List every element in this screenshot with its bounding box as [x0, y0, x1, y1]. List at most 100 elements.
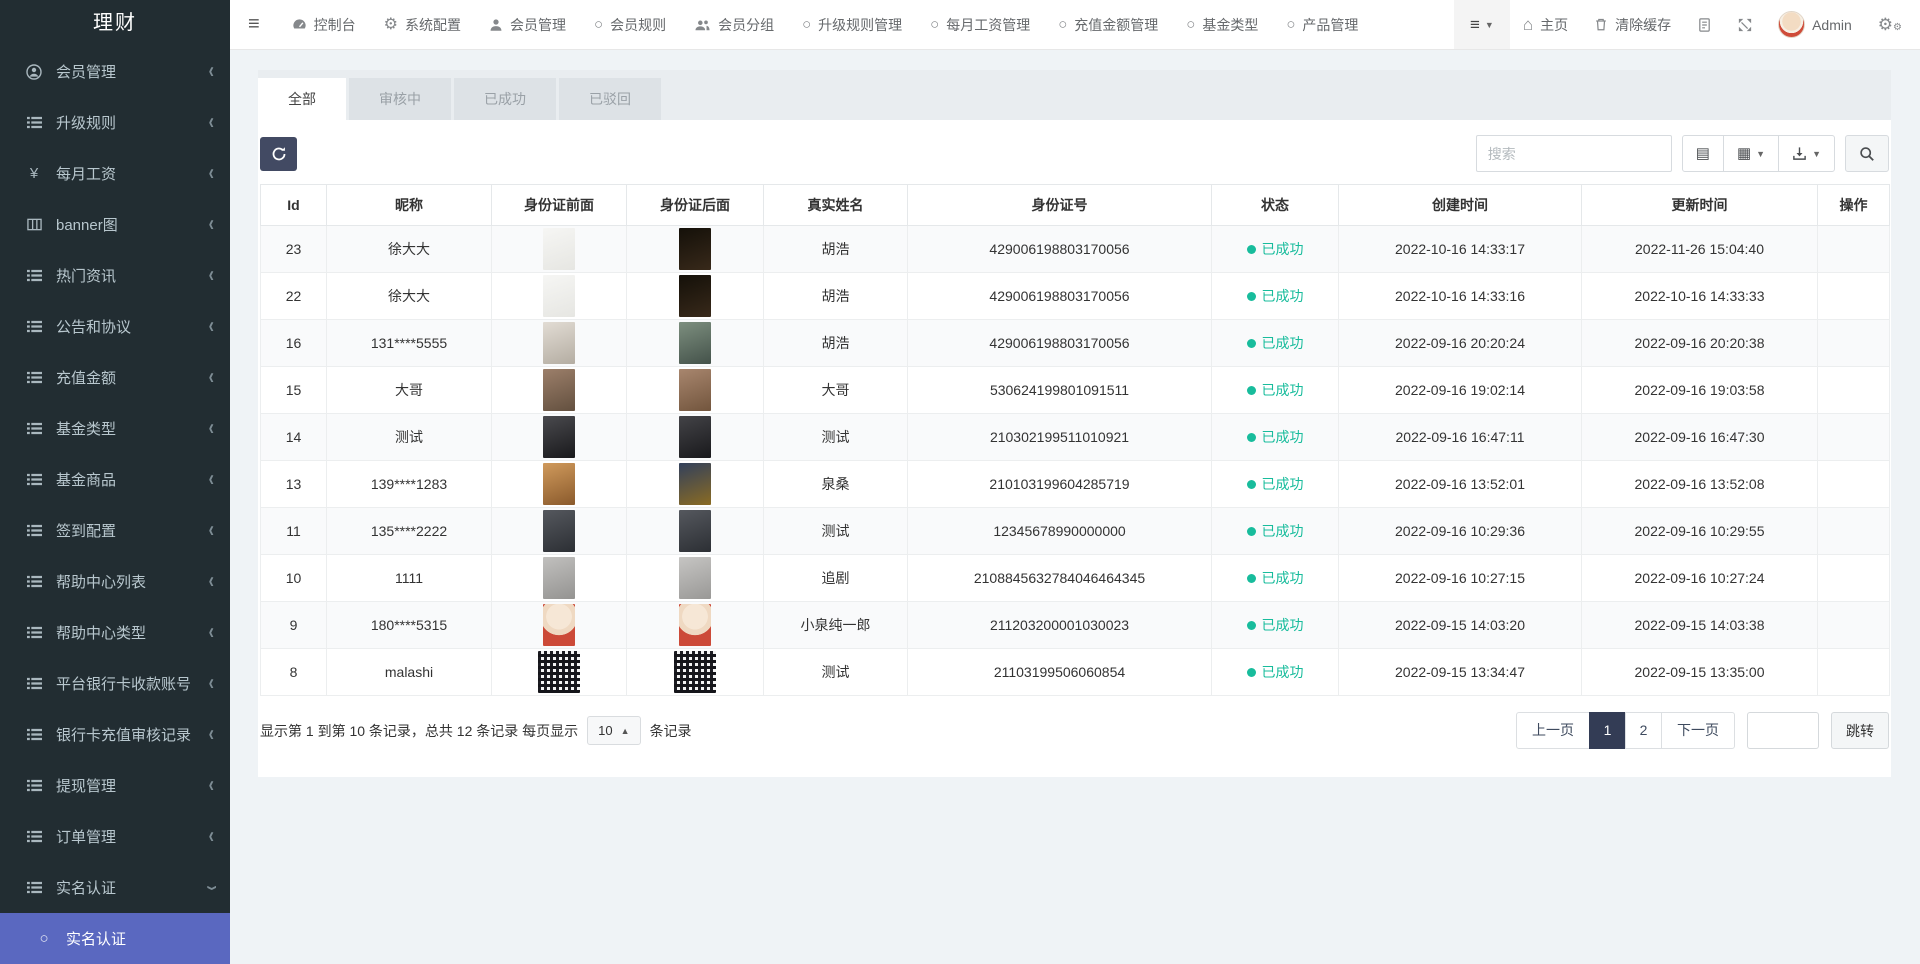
sidebar-item[interactable]: 基金类型‹: [0, 403, 230, 454]
tab-active[interactable]: 全部: [258, 78, 346, 120]
search-input[interactable]: [1476, 135, 1672, 172]
previous-page-button[interactable]: 上一页: [1516, 712, 1590, 749]
home-button[interactable]: ⌂ 主页: [1510, 0, 1581, 49]
column-header[interactable]: 操作: [1818, 185, 1890, 226]
idcard-back-image[interactable]: [679, 604, 711, 646]
sidebar-item[interactable]: 银行卡充值审核记录‹: [0, 709, 230, 760]
nav-item[interactable]: 会员管理: [475, 0, 580, 49]
idcard-front-image[interactable]: [543, 463, 575, 505]
nav-item[interactable]: 控制台: [278, 0, 370, 49]
idcard-front-image[interactable]: [543, 322, 575, 364]
column-header[interactable]: 创建时间: [1339, 185, 1582, 226]
sidebar-toggle-button[interactable]: ≡: [230, 0, 278, 49]
nav-item[interactable]: ⚙系统配置: [370, 0, 475, 49]
cell-real-name: 追剧: [764, 555, 908, 602]
pagination: 上一页 12下一页: [1516, 712, 1735, 749]
sidebar-item[interactable]: 订单管理‹: [0, 811, 230, 862]
chevron-left-icon: ‹: [209, 468, 214, 490]
cell-nickname: 测试: [327, 414, 492, 461]
idcard-back-image[interactable]: [679, 557, 711, 599]
page-number-button[interactable]: 1: [1589, 712, 1626, 749]
cell-nickname: 180****5315: [327, 602, 492, 649]
card-view-button[interactable]: ▦▼: [1723, 135, 1779, 172]
idcard-back-image[interactable]: [679, 463, 711, 505]
export-button[interactable]: ▼: [1778, 135, 1835, 172]
sidebar-item[interactable]: 提现管理‹: [0, 760, 230, 811]
cell-status: 已成功: [1212, 555, 1339, 602]
cell-nickname: 139****1283: [327, 461, 492, 508]
nav-item[interactable]: ○产品管理: [1272, 0, 1372, 49]
idcard-back-image[interactable]: [679, 369, 711, 411]
nav-item[interactable]: 会员分组: [680, 0, 788, 49]
nav-item[interactable]: ○升级规则管理: [788, 0, 916, 49]
idcard-front-image[interactable]: [543, 510, 575, 552]
idcard-front-image[interactable]: [543, 416, 575, 458]
sidebar-item[interactable]: 充值金额‹: [0, 352, 230, 403]
tabs-list-dropdown[interactable]: ≡ ▼: [1454, 0, 1510, 49]
idcard-back-image[interactable]: [679, 275, 711, 317]
fullscreen-button[interactable]: [1725, 0, 1765, 49]
gear-icon: ⚙: [384, 17, 398, 33]
page-size-value: 10: [598, 723, 612, 738]
idcard-back-image[interactable]: [679, 228, 711, 270]
sidebar-item[interactable]: 帮助中心列表‹: [0, 556, 230, 607]
page-number-button[interactable]: 2: [1625, 712, 1662, 749]
next-page-button[interactable]: 下一页: [1661, 712, 1735, 749]
page-size-select[interactable]: 10 ▲: [587, 716, 640, 745]
nav-item[interactable]: ○基金类型: [1172, 0, 1272, 49]
settings-button[interactable]: ⚙⚙: [1865, 0, 1920, 49]
sidebar-subitem-label: 实名认证: [66, 928, 126, 949]
column-header[interactable]: 更新时间: [1582, 185, 1818, 226]
sidebar-item[interactable]: banner图‹: [0, 199, 230, 250]
sidebar-item[interactable]: 平台银行卡收款账号‹: [0, 658, 230, 709]
column-header[interactable]: 昵称: [327, 185, 492, 226]
cell-idcard-back: [627, 414, 764, 461]
cell-id: 13: [261, 461, 327, 508]
idcard-front-image[interactable]: [538, 651, 580, 693]
idcard-back-image[interactable]: [674, 651, 716, 693]
sidebar-item[interactable]: 升级规则‹: [0, 97, 230, 148]
column-header[interactable]: 身份证号: [908, 185, 1212, 226]
tab-inactive[interactable]: 已成功: [454, 78, 556, 120]
docs-button[interactable]: [1684, 0, 1725, 49]
tab-inactive[interactable]: 审核中: [349, 78, 451, 120]
sidebar-item[interactable]: 帮助中心类型‹: [0, 607, 230, 658]
column-header[interactable]: 身份证后面: [627, 185, 764, 226]
sidebar-item[interactable]: 会员管理‹: [0, 46, 230, 97]
detail-view-button[interactable]: ▤: [1682, 135, 1724, 172]
column-header[interactable]: 真实姓名: [764, 185, 908, 226]
idcard-front-image[interactable]: [543, 369, 575, 411]
clear-cache-button[interactable]: 清除缓存: [1581, 0, 1684, 49]
nav-item[interactable]: ○会员规则: [580, 0, 680, 49]
idcard-back-image[interactable]: [679, 510, 711, 552]
sidebar-item[interactable]: ¥每月工资‹: [0, 148, 230, 199]
idcard-front-image[interactable]: [543, 228, 575, 270]
sidebar-item[interactable]: 签到配置‹: [0, 505, 230, 556]
cell-real-name: 胡浩: [764, 273, 908, 320]
column-header[interactable]: 状态: [1212, 185, 1339, 226]
jump-button[interactable]: 跳转: [1831, 712, 1889, 749]
idcard-front-image[interactable]: [543, 557, 575, 599]
column-header[interactable]: 身份证前面: [492, 185, 627, 226]
nav-item[interactable]: ○每月工资管理: [916, 0, 1044, 49]
jump-page-input[interactable]: [1747, 712, 1819, 749]
list-icon: [24, 727, 44, 742]
idcard-front-image[interactable]: [543, 604, 575, 646]
sidebar-item[interactable]: 热门资讯‹: [0, 250, 230, 301]
refresh-button[interactable]: [260, 137, 297, 171]
nav-item[interactable]: ○充值金额管理: [1044, 0, 1172, 49]
search-button[interactable]: [1845, 135, 1889, 172]
column-header[interactable]: Id: [261, 185, 327, 226]
sidebar-item[interactable]: 公告和协议‹: [0, 301, 230, 352]
idcard-back-image[interactable]: [679, 322, 711, 364]
pager: 上一页 12下一页 跳转: [1516, 712, 1889, 749]
tab-inactive[interactable]: 已驳回: [559, 78, 661, 120]
users-icon: [694, 18, 711, 32]
sidebar-item[interactable]: 实名认证‹: [0, 862, 230, 913]
idcard-back-image[interactable]: [679, 416, 711, 458]
idcard-front-image[interactable]: [543, 275, 575, 317]
user-menu[interactable]: Admin: [1765, 0, 1865, 49]
sidebar-subitem[interactable]: ○实名认证: [0, 913, 230, 964]
table-row: 101111追剧2108845632784046464345已成功2022-09…: [261, 555, 1890, 602]
sidebar-item[interactable]: 基金商品‹: [0, 454, 230, 505]
